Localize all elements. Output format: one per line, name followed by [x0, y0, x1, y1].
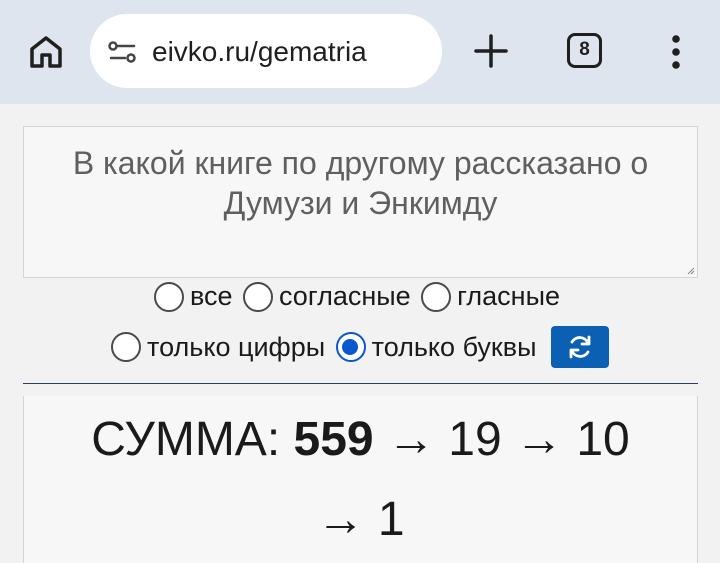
radio-digits-only[interactable] — [111, 332, 142, 362]
option-all[interactable]: все — [153, 281, 239, 312]
option-all-label: все — [189, 281, 233, 311]
question-textarea[interactable]: В какой книге по другому рассказано о Ду… — [23, 126, 698, 278]
sum-value: 559 — [293, 413, 374, 466]
option-vowels[interactable]: гласные — [421, 281, 566, 312]
new-tab-icon[interactable] — [472, 32, 510, 70]
filter-options-row-1: все согласные гласные — [0, 281, 720, 312]
browser-toolbar: eivko.ru/gematria 8 — [0, 0, 720, 104]
question-text[interactable]: В какой книге по другому рассказано о Ду… — [24, 143, 697, 223]
section-divider — [23, 383, 698, 384]
option-digits-only[interactable]: только цифры — [111, 332, 331, 363]
radio-all[interactable] — [153, 281, 184, 312]
radio-letters-only[interactable] — [335, 332, 366, 362]
final-reduction: → 1 — [316, 493, 405, 546]
option-consonants-label: согласные — [279, 281, 411, 311]
url-text[interactable]: eivko.ru/gematria — [152, 36, 367, 68]
refresh-icon — [569, 335, 591, 359]
radio-vowels[interactable] — [421, 281, 452, 312]
more-menu-icon[interactable] — [664, 32, 688, 72]
tab-switcher-button[interactable]: 8 — [567, 33, 602, 68]
result-line-2: → 1 — [24, 492, 697, 547]
result-line-1: СУММА: 559 → 19 → 10 — [24, 412, 697, 467]
option-letters-only[interactable]: только буквы — [335, 331, 543, 363]
address-bar[interactable]: eivko.ru/gematria — [90, 14, 442, 88]
site-settings-icon[interactable] — [108, 40, 138, 64]
resize-handle-icon[interactable] — [687, 267, 695, 275]
sum-label: СУММА: — [91, 413, 281, 466]
home-icon[interactable] — [26, 32, 66, 72]
option-vowels-label: гласные — [457, 281, 560, 311]
option-letters-only-label: только буквы — [371, 331, 537, 362]
option-consonants[interactable]: согласные — [243, 281, 417, 312]
filter-options-row-2: только цифры только буквы — [0, 326, 720, 368]
reduction-steps: → 19 → 10 — [386, 413, 630, 466]
radio-consonants[interactable] — [243, 281, 273, 312]
refresh-button[interactable] — [550, 326, 609, 368]
result-panel: СУММА: 559 → 19 → 10 → 1 — [23, 396, 698, 563]
option-digits-only-label: только цифры — [147, 331, 326, 362]
